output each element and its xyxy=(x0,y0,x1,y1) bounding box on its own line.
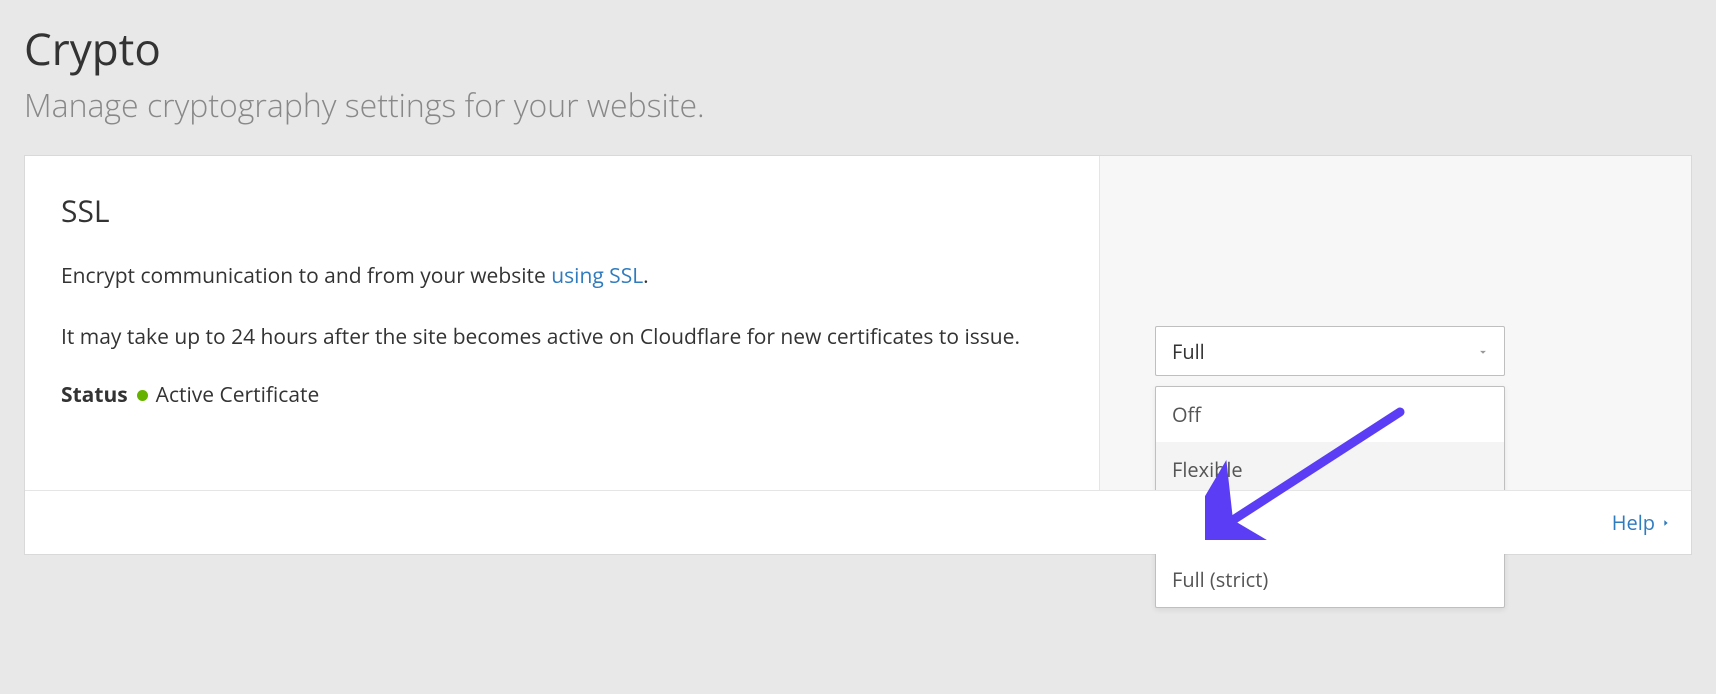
ssl-mode-option-flexible[interactable]: Flexible xyxy=(1156,442,1504,497)
ssl-description: Encrypt communication to and from your w… xyxy=(61,261,1063,293)
help-link-label: Help xyxy=(1612,509,1655,536)
chevron-down-icon xyxy=(1476,338,1490,365)
ssl-mode-dropdown: Full Off Flexible Full Full (strict) xyxy=(1155,326,1505,608)
ssl-status-text: Active Certificate xyxy=(156,381,320,409)
page-title: Crypto xyxy=(24,18,1692,78)
ssl-card: SSL Encrypt communication to and from yo… xyxy=(24,155,1692,555)
ssl-desc-suffix: . xyxy=(643,262,649,290)
ssl-mode-option-off[interactable]: Off xyxy=(1156,387,1504,442)
status-active-icon xyxy=(137,390,148,401)
ssl-mode-selected: Full xyxy=(1172,338,1205,365)
ssl-desc-link[interactable]: using SSL xyxy=(551,262,643,290)
ssl-section-title: SSL xyxy=(61,190,1063,231)
caret-right-icon xyxy=(1661,509,1671,536)
card-footer: Help xyxy=(25,490,1691,554)
ssl-note: It may take up to 24 hours after the sit… xyxy=(61,321,1061,354)
ssl-status-line: Status Active Certificate xyxy=(61,381,1063,409)
ssl-mode-option-full-strict[interactable]: Full (strict) xyxy=(1156,552,1504,607)
ssl-mode-dropdown-toggle[interactable]: Full xyxy=(1155,326,1505,376)
ssl-status-label: Status xyxy=(61,381,128,409)
ssl-desc-prefix: Encrypt communication to and from your w… xyxy=(61,262,551,290)
page-subtitle: Manage cryptography settings for your we… xyxy=(24,84,1692,127)
help-link[interactable]: Help xyxy=(1612,509,1671,536)
